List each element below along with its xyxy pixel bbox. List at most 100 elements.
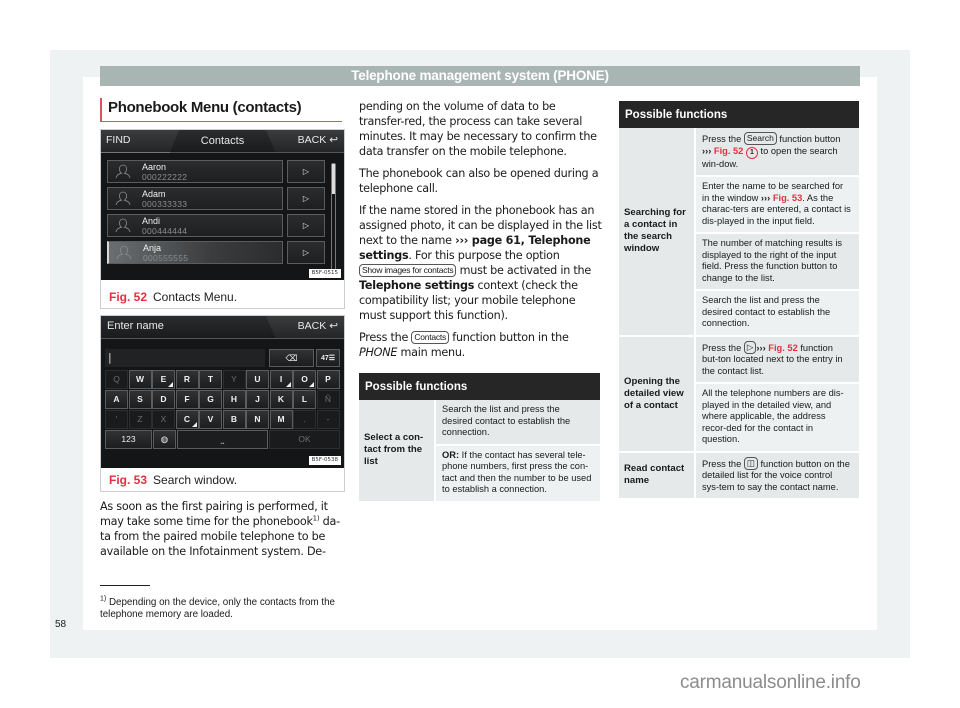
key-123[interactable]: 123 <box>105 430 152 449</box>
person-silhouette-icon <box>115 191 131 206</box>
function-desc: Press the ▷ ››› Fig. 52 function but-ton … <box>696 336 859 384</box>
footnote-text: Depending on the device, only the contac… <box>100 597 335 620</box>
watermark: carmanualsonline.info <box>680 672 861 693</box>
figure-number: Fig. 52 <box>109 290 148 304</box>
key[interactable]: F <box>175 390 199 409</box>
back-button[interactable]: BACK ↩ <box>298 134 338 146</box>
figure-52: FIND Contacts BACK ↩ Aaron 000222222 ▷ Adam… <box>100 129 345 309</box>
person-silhouette-icon <box>115 164 131 179</box>
contact-detail-button[interactable]: ▷ <box>287 214 325 237</box>
function-label: Read contact name <box>619 452 696 500</box>
xref-arrow: ››› <box>760 192 771 203</box>
text-run: . For this purpose the option <box>408 249 560 262</box>
figure-caption-text: Contacts Menu. <box>153 290 238 304</box>
key[interactable]: C <box>175 410 199 429</box>
chapter-header: Telephone management system (PHONE) <box>100 66 860 86</box>
contact-detail-button[interactable]: ▷ <box>287 187 325 210</box>
language-key[interactable]: ◍ <box>153 430 176 449</box>
search-screen: Enter name BACK ↩ | ⌫ 47☰ QWERTYUIOP ASDF… <box>101 316 344 468</box>
functions-table-2: Possible functions Searching for a conta… <box>619 101 859 500</box>
figure-53: Enter name BACK ↩ | ⌫ 47☰ QWERTYUIOPASDF… <box>100 315 345 492</box>
play-triangle-icon: ▷ <box>302 167 310 176</box>
key[interactable]: B <box>222 410 246 429</box>
function-desc: OR: If the contact has several tele-phon… <box>436 445 600 503</box>
figure-code: B5F-0515 <box>308 269 341 278</box>
key[interactable]: J <box>246 390 269 409</box>
name-input[interactable]: | <box>105 349 265 367</box>
contact-row[interactable]: Aaron 000222222 <box>107 160 283 183</box>
key[interactable]: X <box>152 410 175 429</box>
function-desc: Press the Search function button ››› Fig… <box>696 128 859 177</box>
key[interactable]: Y <box>222 370 246 389</box>
key[interactable]: N <box>246 410 269 429</box>
scrollbar-thumb[interactable] <box>332 164 335 194</box>
key[interactable]: T <box>199 370 222 389</box>
key[interactable]: Q <box>105 370 128 389</box>
back-arrow-icon: ↩ <box>329 320 338 332</box>
key[interactable]: Ñ <box>316 390 340 409</box>
person-silhouette-icon <box>116 245 132 260</box>
space-key[interactable]: ⎵ <box>177 430 268 449</box>
contact-detail-button[interactable]: ▷ <box>287 241 325 264</box>
key[interactable]: D <box>152 390 175 409</box>
key[interactable]: L <box>293 390 316 409</box>
person-silhouette-icon <box>115 218 131 233</box>
contact-number: 000222222 <box>142 172 188 182</box>
xref-arrow: ››› <box>756 342 766 353</box>
paragraph: The phonebook can also be opened during … <box>359 167 599 195</box>
xref-arrow: ››› <box>702 145 712 156</box>
contact-name: Andi <box>142 216 161 226</box>
figure-caption: Fig. 53 Search window. <box>109 473 237 487</box>
key[interactable]: M <box>269 410 293 429</box>
scrollbar[interactable] <box>331 163 336 271</box>
section-title: Phonebook Menu (contacts) <box>100 98 342 122</box>
paragraph: pending on the volume of data to be tran… <box>359 100 597 158</box>
key[interactable]: O <box>293 370 316 389</box>
contact-detail-button[interactable]: ▷ <box>287 160 325 183</box>
figure-link[interactable]: Fig. 53 <box>773 193 802 203</box>
key[interactable]: . <box>293 410 316 429</box>
contact-row[interactable]: Adam 000333333 <box>107 187 283 210</box>
page-number: 58 <box>55 619 67 630</box>
backspace-icon: ⌫ <box>285 353 298 363</box>
contact-row[interactable]: Andi 000444444 <box>107 214 283 237</box>
play-triangle-icon: ▷ <box>302 221 310 230</box>
key[interactable]: G <box>199 390 222 409</box>
screen-topbar: FIND Contacts BACK ↩ <box>101 130 344 153</box>
speaker-button-icon: ◫ <box>743 456 758 470</box>
contact-name: Anja <box>143 243 162 253</box>
results-list-key[interactable]: 47☰ <box>316 349 340 367</box>
key[interactable]: U <box>246 370 269 389</box>
function-desc: The number of matching results is displa… <box>696 234 859 291</box>
key[interactable]: K <box>269 390 293 409</box>
screen-title: Enter name <box>107 320 164 332</box>
key[interactable]: Z <box>128 410 152 429</box>
key[interactable]: W <box>128 370 152 389</box>
text-run: Press the <box>359 331 412 344</box>
body-text: pending on the volume of data to be tran… <box>359 99 604 367</box>
function-desc: Press the ◫ function button on the detai… <box>696 452 859 500</box>
footnote-divider <box>100 585 150 586</box>
text-run: If the contact has several tele-phone nu… <box>442 449 592 495</box>
figure-link[interactable]: Fig. 52 <box>768 343 797 353</box>
key[interactable]: S <box>128 390 152 409</box>
key[interactable]: P <box>316 370 340 389</box>
back-arrow-icon: ↩ <box>329 134 338 146</box>
key[interactable]: - <box>316 410 340 429</box>
text-run: function button in the <box>448 331 569 344</box>
back-button[interactable]: BACK ↩ <box>298 320 338 332</box>
ok-key[interactable]: OK <box>269 430 340 449</box>
key[interactable]: H <box>222 390 246 409</box>
key[interactable]: ' <box>105 410 128 429</box>
backspace-key[interactable]: ⌫ <box>269 349 314 367</box>
contact-row[interactable]: Anja 000555555 <box>107 241 283 264</box>
key[interactable]: E <box>152 370 175 389</box>
key[interactable]: R <box>175 370 199 389</box>
figure-link[interactable]: Fig. 52 <box>714 146 743 156</box>
key[interactable]: I <box>269 370 293 389</box>
or-label: OR: <box>442 449 460 460</box>
list-count-icon: 47☰ <box>320 355 336 362</box>
key[interactable]: V <box>199 410 222 429</box>
key[interactable]: A <box>105 390 128 409</box>
back-label: BACK <box>297 134 327 146</box>
